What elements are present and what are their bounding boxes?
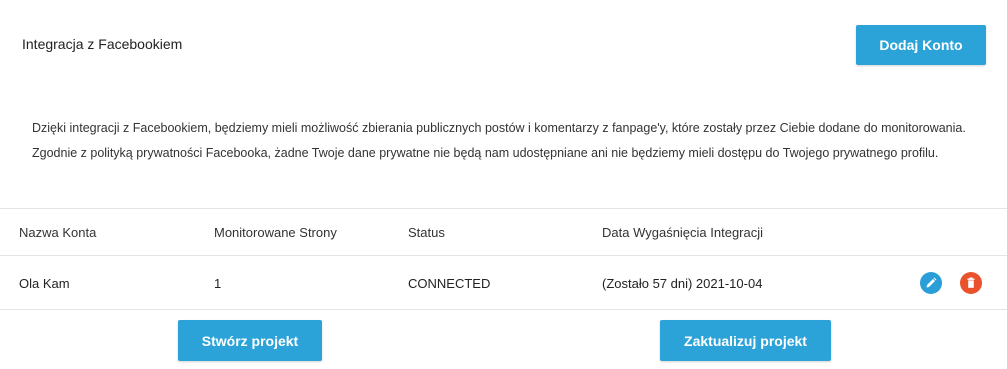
update-project-button[interactable]: Zaktualizuj projekt — [660, 320, 831, 361]
page-header: Integracja z Facebookiem Dodaj Konto — [0, 0, 1007, 90]
add-account-button[interactable]: Dodaj Konto — [856, 25, 986, 65]
column-header-account-name: Nazwa Konta — [19, 225, 97, 240]
table-row: Ola Kam 1 CONNECTED (Zostało 57 dni) 202… — [0, 276, 1007, 292]
facebook-integration-page: Integracja z Facebookiem Dodaj Konto Dzi… — [0, 0, 1007, 369]
monitored-pages-cell: 1 — [214, 276, 222, 291]
column-header-expiry-date: Data Wygaśnięcia Integracji — [602, 225, 764, 240]
divider — [0, 309, 1007, 310]
divider — [0, 208, 1007, 209]
divider — [0, 255, 1007, 256]
info-paragraph-collection: Dzięki integracji z Facebookiem, będziem… — [32, 121, 966, 135]
edit-account-button[interactable] — [920, 272, 942, 294]
page-title: Integracja z Facebookiem — [22, 36, 183, 52]
expiry-date-cell: (Zostało 57 dni) 2021-10-04 — [602, 276, 763, 291]
info-paragraph-privacy: Zgodnie z polityką prywatności Facebooka… — [32, 146, 939, 160]
integration-info: Dzięki integracji z Facebookiem, będziem… — [32, 120, 972, 170]
create-project-button[interactable]: Stwórz projekt — [178, 320, 322, 361]
delete-account-button[interactable] — [960, 272, 982, 294]
status-cell: CONNECTED — [408, 276, 491, 291]
trash-icon — [967, 277, 975, 288]
account-name-cell: Ola Kam — [19, 276, 70, 291]
column-header-monitored-pages: Monitorowane Strony — [214, 225, 337, 240]
column-header-status: Status — [408, 225, 445, 240]
pencil-icon — [926, 277, 937, 288]
table-header-row: Nazwa Konta Monitorowane Strony Status D… — [0, 225, 1007, 241]
